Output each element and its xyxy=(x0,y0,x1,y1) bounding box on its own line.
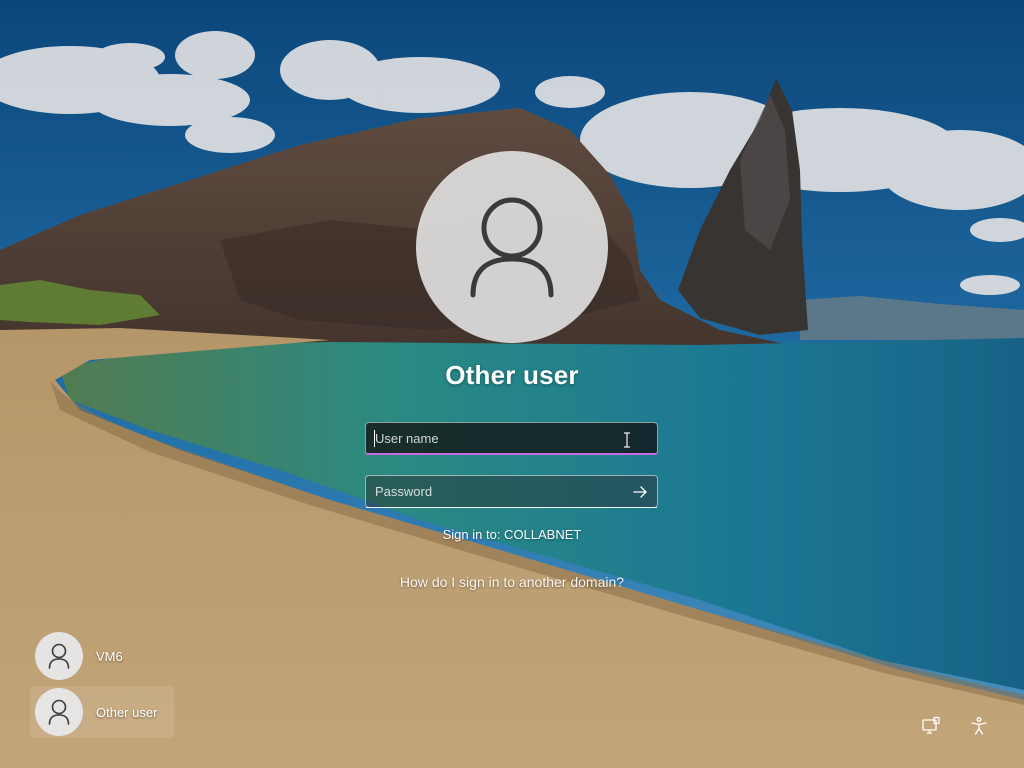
person-icon xyxy=(48,699,70,725)
arrow-right-icon[interactable] xyxy=(631,483,649,501)
user-tile-other-user[interactable]: Other user xyxy=(30,686,174,738)
another-domain-help-link[interactable]: How do I sign in to another domain? xyxy=(312,574,712,590)
person-icon xyxy=(470,197,554,298)
user-tile-avatar xyxy=(35,632,83,680)
user-tile-avatar xyxy=(35,688,83,736)
network-icon xyxy=(922,716,940,734)
user-tile-vm6[interactable]: VM6 xyxy=(30,630,174,682)
selected-user-name: Other user xyxy=(445,360,579,390)
username-input[interactable] xyxy=(366,423,657,454)
username-field-wrapper xyxy=(365,422,658,455)
accessibility-button[interactable] xyxy=(967,714,991,738)
user-avatar xyxy=(416,151,608,343)
sign-in-domain-text: Sign in to: COLLABNET xyxy=(442,527,582,542)
person-icon xyxy=(48,643,70,669)
user-tile-label: Other user xyxy=(96,704,158,720)
i-beam-cursor-icon xyxy=(624,432,630,448)
accessibility-icon xyxy=(971,717,987,735)
user-tile-label: VM6 xyxy=(96,648,123,664)
password-input[interactable] xyxy=(366,476,657,507)
text-caret xyxy=(374,430,375,447)
password-field-wrapper xyxy=(365,475,658,508)
network-button[interactable] xyxy=(919,714,943,738)
